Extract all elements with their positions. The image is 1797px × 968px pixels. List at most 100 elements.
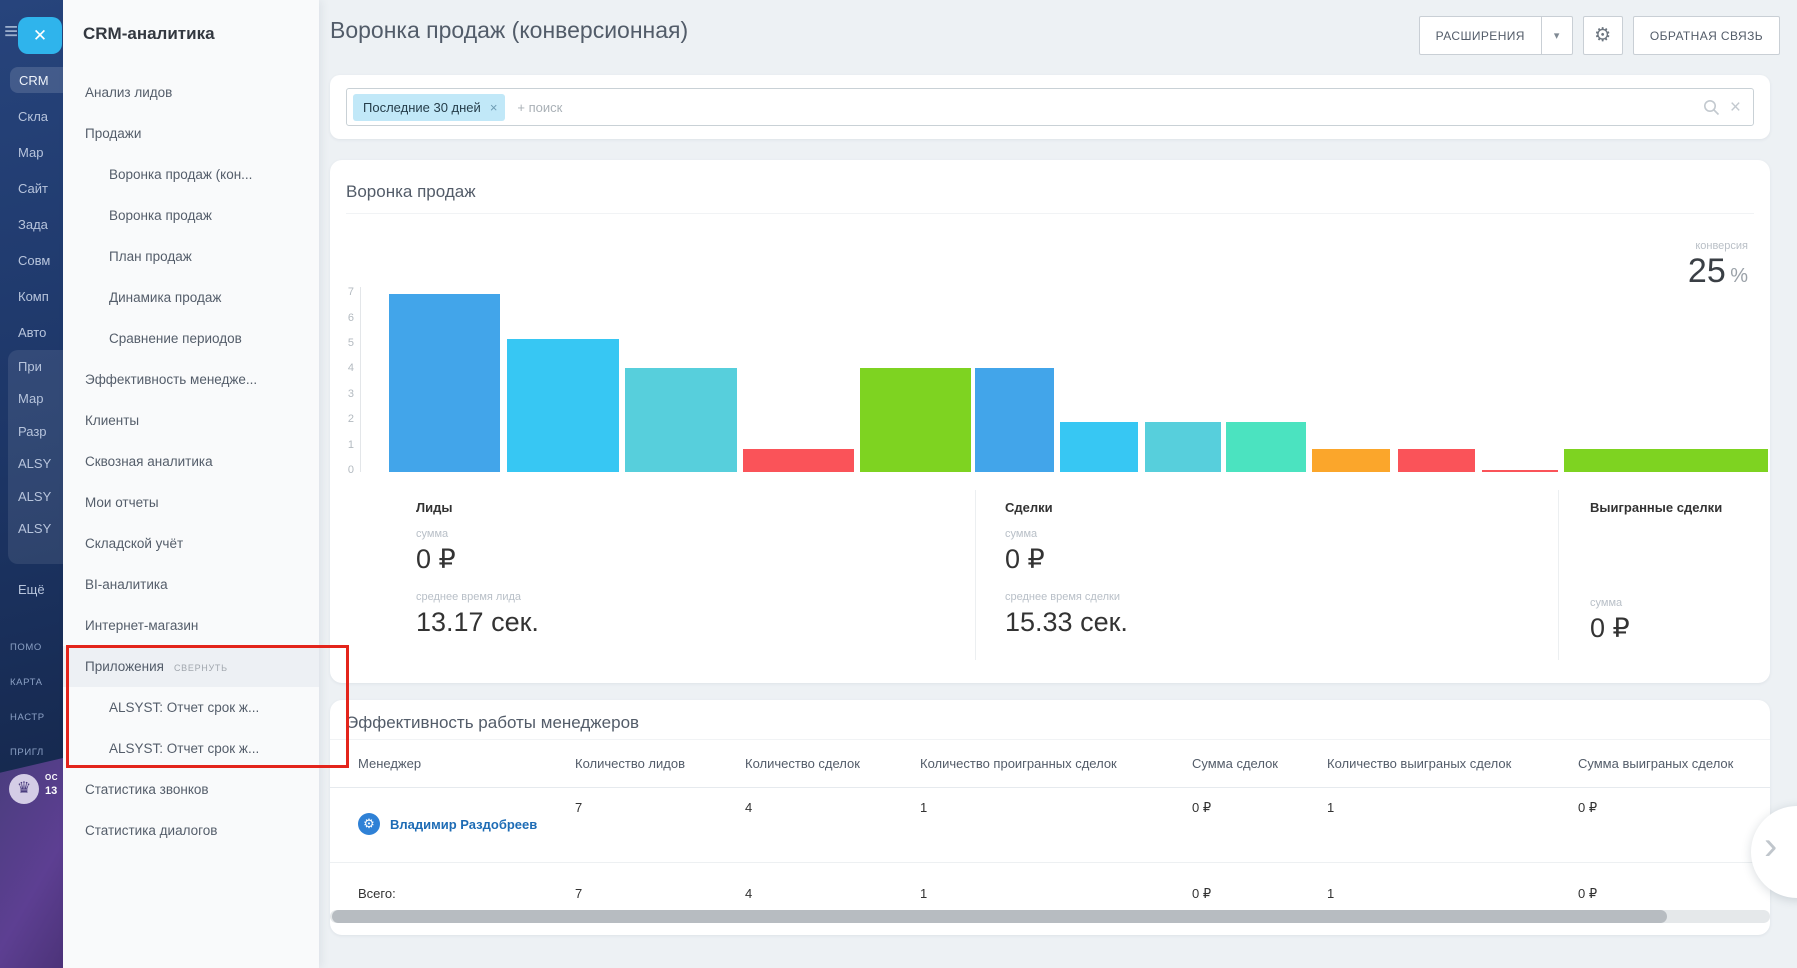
menu-item-Клиенты[interactable]: Клиенты xyxy=(63,400,319,441)
menu-item-ALSYST: Отчет срок ж...[interactable]: ALSYST: Отчет срок ж... xyxy=(63,687,319,728)
crown-icon: ♛ xyxy=(9,774,39,804)
dock-footer-item-КАРТА[interactable]: КАРТА xyxy=(0,665,63,700)
menu-item-BI-аналитика[interactable]: BI-аналитика xyxy=(63,564,319,605)
dock-item-Сайт[interactable]: Сайт xyxy=(0,170,63,206)
chevron-down-icon[interactable]: ▾ xyxy=(1542,29,1572,42)
menu-item-ALSYST: Отчет срок ж...[interactable]: ALSYST: Отчет срок ж... xyxy=(63,728,319,769)
filter-search-input[interactable]: Последние 30 дней × + поиск × xyxy=(346,88,1754,126)
funnel-bar-deals-5[interactable] xyxy=(975,368,1054,472)
menu-item-label: Статистика диалогов xyxy=(85,823,217,838)
manager-name-link[interactable]: Владимир Раздобреев xyxy=(390,817,537,832)
funnel-bar-deals-7[interactable] xyxy=(1145,422,1221,472)
dock-item-Мар[interactable]: Мар xyxy=(0,383,63,416)
column-header-Менеджер[interactable]: Менеджер xyxy=(358,756,575,771)
dock-item-ALSY[interactable]: ALSY xyxy=(0,513,63,546)
menu-item-Складской учёт[interactable]: Складской учёт xyxy=(63,523,319,564)
clear-search-icon[interactable]: × xyxy=(1730,98,1741,117)
table-cell-value: 0 ₽ xyxy=(1192,788,1327,862)
stat-row: среднее время сделки15.33 сек. xyxy=(1005,591,1128,638)
column-header-Сумма сделок[interactable]: Сумма сделок xyxy=(1192,756,1327,771)
filter-chip-period[interactable]: Последние 30 дней × xyxy=(353,94,505,121)
feedback-button[interactable]: ОБРАТНАЯ СВЯЗЬ xyxy=(1633,16,1780,55)
dock-footer-item-НАСТР[interactable]: НАСТР xyxy=(0,700,63,735)
menu-item-label: Эффективность менедже... xyxy=(85,372,257,387)
menu-item-Сквозная аналитика[interactable]: Сквозная аналитика xyxy=(63,441,319,482)
stat-row: среднее время лида13.17 сек. xyxy=(416,591,539,638)
funnel-bar-deals-6[interactable] xyxy=(1060,422,1138,472)
column-header-Количество сделок[interactable]: Количество сделок xyxy=(745,756,920,771)
stat-value: 0 ₽ xyxy=(416,544,539,575)
dock-item-При[interactable]: При xyxy=(0,350,63,383)
filter-chip-label: Последние 30 дней xyxy=(363,100,481,115)
table-cell-value: 4 xyxy=(745,788,920,862)
stat-section-title: Сделки xyxy=(1005,500,1128,515)
menu-item-Статистика звонков[interactable]: Статистика звонков xyxy=(63,769,319,810)
feedback-button-label: ОБРАТНАЯ СВЯЗЬ xyxy=(1650,29,1763,43)
menu-item-Приложения[interactable]: Приложения СВЕРНУТЬ xyxy=(63,646,319,687)
menu-item-label: Складской учёт xyxy=(85,536,183,551)
column-header-Количество проигранных сделок[interactable]: Количество проигранных сделок xyxy=(920,756,1192,771)
column-header-Количество выиграных сделок[interactable]: Количество выиграных сделок xyxy=(1327,756,1578,771)
managers-efficiency-card: Эффективность работы менеджеров Менеджер… xyxy=(330,700,1770,935)
hamburger-menu-icon[interactable]: ≡ xyxy=(4,22,18,42)
menu-item-label: Воронка продаж (кон... xyxy=(109,167,252,182)
menu-item-Воронка продаж[interactable]: Воронка продаж xyxy=(63,195,319,236)
menu-item-Эффективность менедже...[interactable]: Эффективность менедже... xyxy=(63,359,319,400)
dock-item-Комп[interactable]: Комп xyxy=(0,278,63,314)
funnel-bar-leads-4[interactable] xyxy=(860,368,971,472)
menu-item-Интернет-магазин[interactable]: Интернет-магазин xyxy=(63,605,319,646)
dock-item-ALSY[interactable]: ALSY xyxy=(0,480,63,513)
managers-card-title: Эффективность работы менеджеров xyxy=(346,713,639,733)
funnel-bar-deals-9[interactable] xyxy=(1312,449,1390,472)
menu-item-План продаж[interactable]: План продаж xyxy=(63,236,319,277)
funnel-bar-deals-10[interactable] xyxy=(1398,449,1475,472)
menu-title: CRM-аналитика xyxy=(63,24,319,50)
horizontal-scrollbar[interactable] xyxy=(330,910,1770,923)
menu-item-Сравнение периодов[interactable]: Сравнение периодов xyxy=(63,318,319,359)
settings-button[interactable]: ⚙ xyxy=(1583,16,1623,55)
funnel-bar-leads-1[interactable] xyxy=(507,339,619,472)
dock-footer-item-ПОМО[interactable]: ПОМО xyxy=(0,630,63,665)
dock-item-Авто[interactable]: Авто xyxy=(0,314,63,350)
funnel-bar-leads-0[interactable] xyxy=(389,294,500,472)
menu-item-Продажи[interactable]: Продажи xyxy=(63,113,319,154)
stat-row: сумма0 ₽ xyxy=(416,528,539,575)
close-icon: ✕ xyxy=(33,26,47,45)
scrollbar-thumb[interactable] xyxy=(332,910,1667,923)
column-header-Количество лидов[interactable]: Количество лидов xyxy=(575,756,745,771)
menu-item-Анализ лидов[interactable]: Анализ лидов xyxy=(63,72,319,113)
menu-item-Воронка продаж (кон...[interactable]: Воронка продаж (кон... xyxy=(63,154,319,195)
menu-close-button[interactable]: ✕ xyxy=(18,17,62,54)
y-axis-line xyxy=(360,287,361,472)
y-tick-0: 0 xyxy=(332,464,354,476)
menu-item-Мои отчеты[interactable]: Мои отчеты xyxy=(63,482,319,523)
dock-item-Скла[interactable]: Скла xyxy=(0,98,63,134)
menu-item-Динамика продаж[interactable]: Динамика продаж xyxy=(63,277,319,318)
y-tick-2: 2 xyxy=(332,413,354,425)
funnel-bar-won-12[interactable] xyxy=(1564,449,1768,472)
funnel-bar-leads-3[interactable] xyxy=(743,449,854,472)
extensions-button[interactable]: РАСШИРЕНИЯ ▾ xyxy=(1419,16,1573,55)
menu-item-Статистика диалогов[interactable]: Статистика диалогов xyxy=(63,810,319,851)
dock-item-Зада[interactable]: Зада xyxy=(0,206,63,242)
funnel-bar-deals-8[interactable] xyxy=(1226,422,1306,472)
menu-item-label: Приложения xyxy=(85,659,164,674)
search-icon[interactable] xyxy=(1703,99,1720,116)
dock-item-Мар[interactable]: Мар xyxy=(0,134,63,170)
chip-close-icon[interactable]: × xyxy=(490,100,498,115)
plan-widget[interactable]: ♛ ОС 13 xyxy=(0,758,63,968)
dock-item-ALSY[interactable]: ALSY xyxy=(0,448,63,481)
manager-cell: ⚙Владимир Раздобреев xyxy=(358,788,575,862)
dock-item-Разр[interactable]: Разр xyxy=(0,415,63,448)
dock-item-Ещё[interactable]: Ещё xyxy=(0,571,63,607)
gear-icon: ⚙ xyxy=(1594,24,1611,47)
y-tick-5: 5 xyxy=(332,337,354,349)
funnel-bar-leads-2[interactable] xyxy=(625,368,737,472)
collapse-badge[interactable]: СВЕРНУТЬ xyxy=(174,663,228,673)
column-header-Сумма выиграных сделок[interactable]: Сумма выиграных сделок xyxy=(1578,756,1770,771)
table-cell-value: 1 xyxy=(920,788,1192,862)
stat-label: среднее время лида xyxy=(416,591,539,603)
dock-item-CRM[interactable]: CRM xyxy=(10,67,63,93)
funnel-bar-deals-11[interactable] xyxy=(1482,470,1558,472)
dock-item-Совм[interactable]: Совм xyxy=(0,242,63,278)
